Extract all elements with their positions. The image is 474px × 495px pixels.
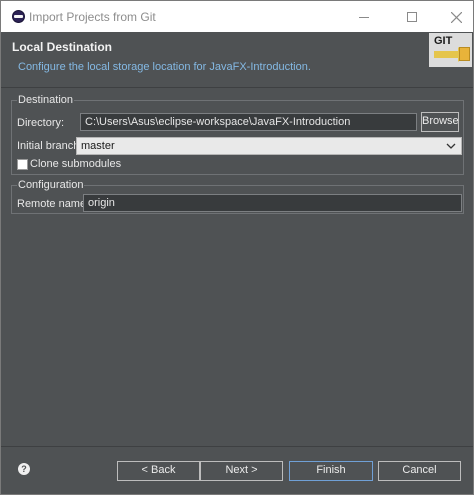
help-icon[interactable]: ?	[18, 463, 30, 475]
maximize-button[interactable]	[397, 6, 427, 26]
minimize-icon	[359, 16, 369, 18]
wizard-content: Destination Directory: C:\Users\Asus\ecl…	[1, 89, 473, 446]
eclipse-icon	[12, 10, 25, 23]
minimize-button[interactable]	[349, 6, 379, 26]
arrow-icon	[434, 47, 466, 62]
clone-submodules-label[interactable]: Clone submodules	[30, 158, 121, 170]
close-icon	[450, 11, 462, 24]
import-dialog: Import Projects from Git Local Destinati…	[0, 0, 474, 495]
cancel-button[interactable]: Cancel	[378, 461, 461, 481]
next-button[interactable]: Next >	[200, 461, 283, 481]
back-button[interactable]: < Back	[117, 461, 200, 481]
wizard-header: Local Destination Configure the local st…	[1, 32, 473, 88]
close-button[interactable]	[441, 6, 471, 26]
destination-group-label: Destination	[17, 94, 75, 106]
remote-name-input[interactable]: origin	[83, 194, 462, 212]
title-bar[interactable]: Import Projects from Git	[1, 1, 473, 32]
destination-group: Destination Directory: C:\Users\Asus\ecl…	[11, 94, 464, 175]
git-banner-text: GIT	[434, 35, 453, 47]
clone-submodules-checkbox[interactable]	[17, 159, 28, 170]
git-import-banner-icon: GIT	[429, 33, 472, 67]
page-description: Configure the local storage location for…	[18, 61, 311, 73]
configuration-group: Configuration Remote name: origin	[11, 179, 464, 214]
browse-button[interactable]: Browse	[421, 112, 459, 132]
directory-input[interactable]: C:\Users\Asus\eclipse-workspace\JavaFX-I…	[80, 113, 417, 131]
initial-branch-value: master	[81, 140, 115, 152]
remote-name-label: Remote name:	[17, 198, 90, 210]
finish-button[interactable]: Finish	[289, 461, 373, 481]
initial-branch-select[interactable]: master	[76, 137, 462, 155]
configuration-group-label: Configuration	[17, 179, 85, 191]
maximize-icon	[407, 12, 417, 23]
folder-icon	[459, 47, 470, 61]
chevron-down-icon	[446, 143, 456, 149]
initial-branch-label: Initial branch:	[17, 140, 83, 152]
page-title: Local Destination	[12, 40, 113, 54]
window-title: Import Projects from Git	[29, 10, 156, 24]
wizard-footer: ? < Back Next > Finish Cancel	[1, 446, 473, 494]
directory-label: Directory:	[17, 117, 65, 129]
